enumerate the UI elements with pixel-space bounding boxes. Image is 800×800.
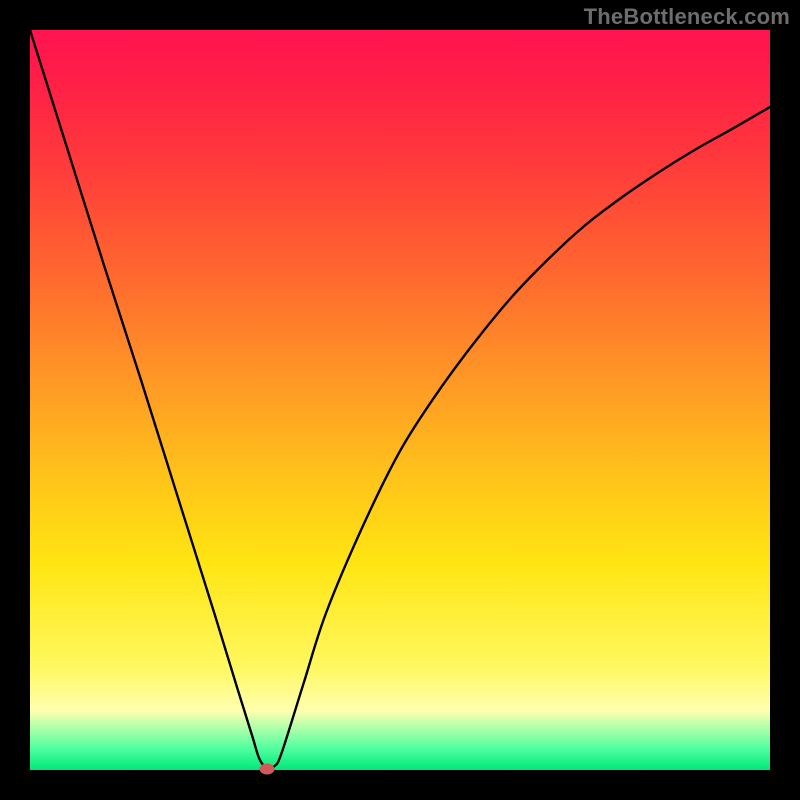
plot-area [30,30,770,770]
curve-svg [30,30,770,770]
optimum-marker [259,763,274,774]
bottleneck-curve [30,30,770,769]
chart-container: TheBottleneck.com [0,0,800,800]
watermark-text: TheBottleneck.com [584,4,790,30]
